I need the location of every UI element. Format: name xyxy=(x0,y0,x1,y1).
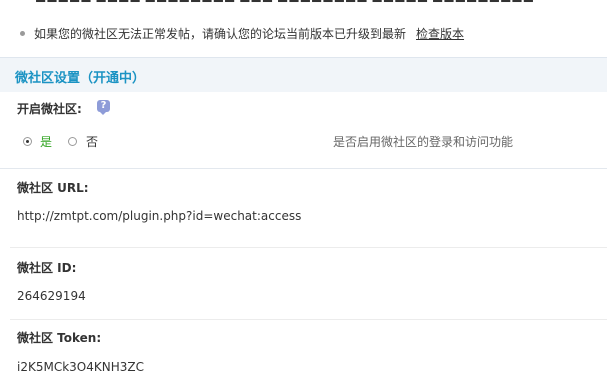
divider xyxy=(10,247,607,248)
radio-no[interactable] xyxy=(68,137,77,146)
check-version-link[interactable]: 检查版本 xyxy=(416,27,464,41)
token-label: 微社区 Token: xyxy=(17,331,102,345)
version-notice: 如果您的微社区无法正常发帖，请确认您的论坛当前版本已升级到最新 检查版本 xyxy=(20,25,464,43)
url-value: http://zmtpt.com/plugin.php?id=wechat:ac… xyxy=(17,209,302,223)
id-value: 264629194 xyxy=(17,289,86,303)
help-icon[interactable]: ? xyxy=(97,100,110,115)
bullet-icon xyxy=(20,31,25,36)
notice-message: 如果您的微社区无法正常发帖，请确认您的论坛当前版本已升级到最新 xyxy=(34,27,407,41)
radio-no-label[interactable]: 否 xyxy=(86,133,98,150)
divider xyxy=(10,319,607,320)
radio-yes[interactable] xyxy=(23,137,32,146)
enable-hint: 是否启用微社区的登录和访问功能 xyxy=(333,135,514,149)
divider xyxy=(0,168,607,169)
section-title: 微社区设置（开通中） xyxy=(15,71,146,86)
id-label: 微社区 ID: xyxy=(17,261,77,275)
radio-yes-label[interactable]: 是 xyxy=(40,133,52,150)
clipped-previous-line: ▬▬▬▬▬ ▬▬▬▬ ▬▬▬▬▬▬▬▬ ▬▬▬ ▬▬▬▬▬▬▬▬ ▬▬▬▬▬ ▬… xyxy=(0,0,607,6)
enable-label: 开启微社区: xyxy=(17,102,82,116)
token-value: i2K5MCk3O4KNH3ZC xyxy=(17,360,144,374)
section-header: 微社区设置（开通中） xyxy=(0,57,607,92)
url-label: 微社区 URL: xyxy=(17,181,89,195)
